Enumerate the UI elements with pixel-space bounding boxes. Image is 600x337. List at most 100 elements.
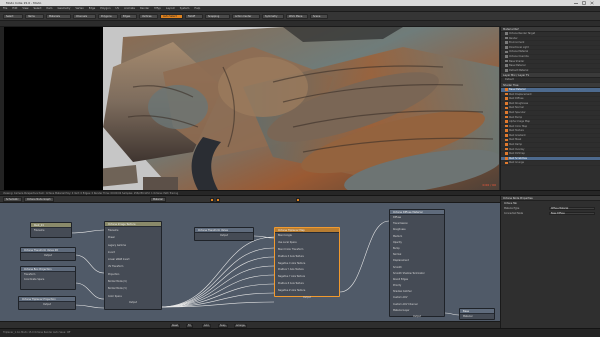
menu-edge[interactable]: Edge — [89, 7, 96, 10]
node-output-pin[interactable]: Output — [19, 302, 75, 307]
menu-vertex[interactable]: Vertex — [75, 7, 83, 10]
menu-uv[interactable]: UV — [115, 7, 119, 10]
close-icon[interactable] — [589, 1, 595, 5]
node-output-pin[interactable]: Output — [390, 314, 444, 319]
maximize-icon[interactable] — [581, 1, 587, 5]
toolbar-work-plane-button[interactable]: Work Plane — [286, 14, 308, 19]
menu-render[interactable]: Render — [140, 7, 149, 10]
toolbar-auto-select-button[interactable]: Auto Select — [160, 14, 183, 19]
menu-mtyp[interactable]: MTyp — [154, 7, 161, 10]
node-editor-arrange-button[interactable]: Arrange — [234, 323, 247, 328]
pin-label: Projection — [108, 272, 120, 276]
node-material-output[interactable]: Base Material — [459, 308, 495, 320]
property-value-field[interactable]: Diffuse Material — [549, 207, 595, 211]
node-pin[interactable]: UV Transform — [105, 263, 161, 270]
toolbar-items-button[interactable]: Items — [25, 14, 44, 19]
property-value-field[interactable]: Base Diffuse — [549, 212, 595, 216]
menu-help[interactable]: Help — [194, 7, 200, 10]
node-pin[interactable]: Positive X Axis Texture — [275, 254, 339, 261]
menu-edit[interactable]: Edit — [12, 7, 17, 10]
shader-tree-item-label: Rust Normal — [509, 106, 524, 110]
node-pin[interactable]: Positive Y Axis Texture — [275, 267, 339, 274]
node-pin[interactable]: Border Mode (V) — [105, 285, 161, 292]
node-editor-reset-button[interactable]: Reset — [170, 323, 181, 328]
node-editor-snap-button[interactable]: Snap — [218, 323, 228, 328]
toolbar-polygons-button[interactable]: Polygons — [98, 14, 118, 19]
toolbar-falloff-button[interactable]: Falloff — [185, 14, 203, 19]
node-output-pin[interactable]: Output — [275, 295, 339, 300]
node-triplanar-map[interactable]: Octane Triplanar Map Blend Angle Use Loca… — [274, 227, 340, 300]
node-graph-canvas[interactable]: Rust_01 Filename Octane Image Texture Fi… — [0, 203, 500, 321]
node-output-pin[interactable]: Output — [105, 300, 161, 305]
menu-polygon[interactable]: Polygon — [100, 7, 110, 10]
node-pin[interactable]: Negative Y Axis Texture — [275, 274, 339, 281]
menu-system[interactable]: System — [180, 7, 190, 10]
render-viewport[interactable]: 0:00 / 00 — [4, 27, 499, 190]
layer-color-icon — [505, 45, 508, 49]
toolbar-channels-button[interactable]: Channels — [73, 14, 96, 19]
layer-color-icon — [505, 134, 508, 137]
tab-schematic[interactable]: Schematic — [3, 197, 22, 202]
property-label: Connected Node — [504, 212, 524, 215]
shader-tree-item[interactable]: Rust Grunge — [501, 161, 600, 167]
shader-tree-item-label: Rust Gradient — [509, 133, 526, 137]
node-link-button[interactable] — [216, 197, 220, 202]
node-pin[interactable]: Filename — [31, 228, 71, 233]
node-pin[interactable]: Use Local Space — [275, 240, 339, 247]
toolbar-vertices-button[interactable]: Vertices — [139, 14, 158, 19]
node-rust-texture[interactable]: Rust_01 Filename — [30, 222, 72, 238]
node-box-projection[interactable]: Octane Box Projection Transform Coordina… — [20, 266, 76, 290]
node-pin[interactable]: Power — [105, 234, 161, 241]
toolbar-select-button[interactable]: Select — [3, 14, 23, 19]
node-pin[interactable]: Blend Color Transform — [275, 247, 339, 254]
menu-item[interactable]: Item — [47, 7, 53, 10]
pin-label: Shadow Catcher — [393, 290, 412, 294]
toolbar-action-center-button[interactable]: Action Center — [232, 14, 260, 19]
node-editor-fit-button[interactable]: Fit — [186, 323, 193, 328]
node-transform-value-2d[interactable]: Octane Transform Value 2D Output — [20, 247, 76, 261]
node-pin[interactable]: Linear sRGB Invert — [105, 256, 161, 263]
node-triplanar-projection[interactable]: Octane Triplanar Projection Output — [18, 296, 76, 310]
node-frame-button[interactable] — [296, 197, 300, 202]
node-pin[interactable]: Negative X Axis Texture — [275, 261, 339, 268]
pin-label: Custom AOV — [393, 296, 408, 300]
pin-label: Transmission — [393, 222, 408, 226]
toolbar-materials-button[interactable]: Materials — [46, 14, 71, 19]
node-image-texture[interactable]: Octane Image Texture Filename Power Legacy… — [104, 221, 162, 310]
tab-material[interactable]: Material — [150, 197, 166, 202]
node-transform-value[interactable]: Octane Transform Value Output — [194, 227, 254, 241]
node-pin[interactable]: Positive Z Axis Texture — [275, 281, 339, 288]
shader-tree-item-label: Rust Overlay — [509, 147, 525, 151]
toolbar-scene-button[interactable]: Scene — [310, 14, 328, 19]
node-pin[interactable]: Projection — [105, 271, 161, 278]
node-diffuse-material[interactable]: Octane Diffuse Material Diffuse Transmiss… — [389, 209, 445, 319]
layer-color-icon — [505, 106, 508, 110]
menu-geometry[interactable]: Geometry — [57, 7, 70, 10]
node-pin[interactable]: Negative Z Axis Texture — [275, 288, 339, 295]
node-pin[interactable]: Material — [460, 314, 494, 319]
menu-view[interactable]: View — [22, 7, 28, 10]
toolbar-edges-button[interactable]: Edges — [120, 14, 137, 19]
menu-select[interactable]: Select — [34, 7, 42, 10]
tab-octane-node-graph[interactable]: Octane Node Graph — [24, 197, 54, 202]
layer-color-icon — [505, 55, 508, 58]
menu-file[interactable]: File — [3, 7, 7, 10]
layer-color-icon — [505, 68, 508, 72]
menu-animate[interactable]: Animate — [124, 7, 135, 10]
node-output-pin[interactable]: Output — [21, 253, 75, 258]
minimize-icon[interactable] — [573, 1, 579, 5]
node-output-pin[interactable]: Output — [195, 233, 253, 238]
node-pin[interactable]: Invert — [105, 249, 161, 256]
node-pin[interactable]: Filename — [105, 227, 161, 234]
toolbar-symmetry-button[interactable]: Symmetry — [262, 14, 284, 19]
node-pin[interactable]: Color Space — [105, 293, 161, 300]
menu-layout[interactable]: Layout — [166, 7, 175, 10]
pin-label: Smooth — [393, 265, 402, 269]
node-add-button[interactable] — [210, 197, 214, 202]
node-pin[interactable]: Blend Angle — [275, 233, 339, 240]
toolbar-snapping-button[interactable]: Snapping — [205, 14, 230, 19]
node-pin[interactable]: Coordinate Space — [21, 277, 75, 282]
node-pin[interactable]: Legacy Gamma — [105, 242, 161, 249]
node-editor-grid-button[interactable]: Grid — [202, 323, 211, 328]
node-pin[interactable]: Border Mode (U) — [105, 278, 161, 285]
